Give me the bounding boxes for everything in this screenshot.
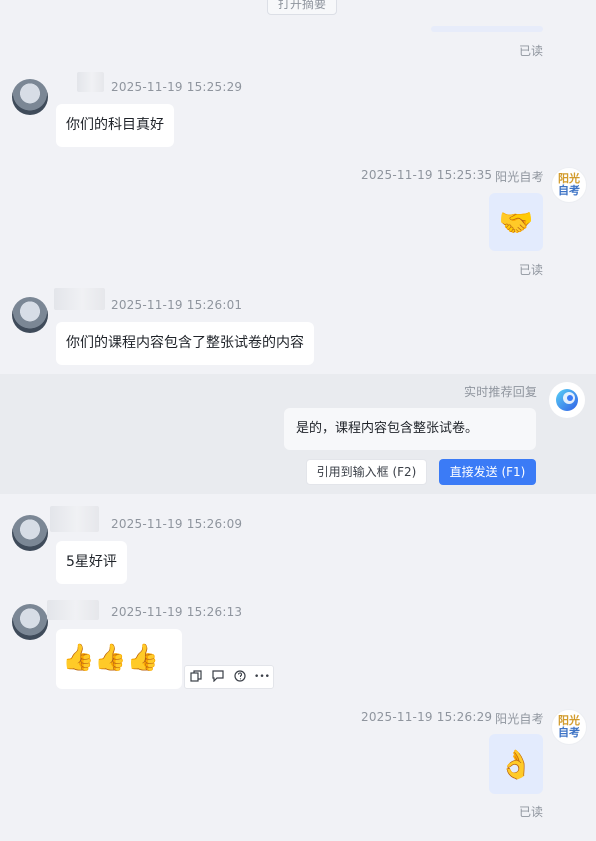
assistant-logo-icon (556, 389, 578, 411)
more-icon[interactable]: ••• (253, 672, 271, 682)
message-timestamp: 2025-11-19 15:26:13 (111, 605, 243, 619)
customer-avatar[interactable] (12, 515, 48, 551)
read-status: 已读 (519, 263, 544, 277)
ok-hand-emoji: 👌 (498, 747, 534, 781)
avatar-text-line2: 自考 (558, 726, 580, 739)
customer-avatar[interactable] (12, 297, 48, 333)
message-timestamp: 2025-11-19 15:26:01 (111, 298, 243, 312)
recommend-label: 实时推荐回复 (464, 385, 538, 399)
message-timestamp: 2025-11-19 15:26:29 (361, 710, 493, 724)
avatar-text-line2: 自考 (558, 184, 580, 197)
sender-name: 阳光自考 (495, 170, 544, 184)
send-directly-button[interactable]: 直接发送 (F1) (439, 459, 536, 485)
question-icon[interactable] (231, 669, 249, 685)
assistant-avatar (549, 382, 585, 418)
message-timestamp: 2025-11-19 15:25:35 (361, 168, 493, 182)
handshake-emoji: 🤝 (498, 205, 534, 239)
previous-message-bubble (431, 26, 543, 32)
recommended-reply-text[interactable]: 是的，课程内容包含整张试卷。 (284, 408, 536, 450)
open-summary-button[interactable]: 打开摘要 (267, 0, 337, 15)
thumbs-up-emoji: 👍 (126, 643, 160, 673)
outgoing-emoji-message[interactable]: 🤝 (489, 193, 543, 251)
message-action-toolbar: ••• (184, 665, 274, 689)
sender-name: 阳光自考 (495, 712, 544, 726)
message-timestamp: 2025-11-19 15:26:09 (111, 517, 243, 531)
incoming-message-bubble[interactable]: 你们的科目真好 (56, 104, 174, 147)
quote-icon[interactable] (209, 669, 227, 685)
incoming-message-bubble[interactable]: 5星好评 (56, 541, 127, 584)
quote-to-input-button[interactable]: 引用到输入框 (F2) (306, 459, 427, 485)
agent-avatar[interactable]: 阳光 自考 (551, 167, 587, 203)
customer-name-redacted (54, 288, 105, 310)
customer-avatar[interactable] (12, 79, 48, 115)
message-timestamp: 2025-11-19 15:25:29 (111, 80, 243, 94)
customer-avatar[interactable] (12, 604, 48, 640)
outgoing-emoji-message[interactable]: 👌 (489, 734, 543, 794)
agent-avatar[interactable]: 阳光 自考 (551, 709, 587, 745)
incoming-emoji-message[interactable]: 👍👍👍 (56, 629, 182, 689)
thumbs-up-emoji: 👍 (62, 643, 95, 673)
customer-name-redacted (47, 600, 99, 620)
customer-name-redacted (77, 72, 104, 92)
incoming-message-bubble[interactable]: 你们的课程内容包含了整张试卷的内容 (56, 322, 314, 365)
copy-icon[interactable] (187, 669, 205, 685)
read-status: 已读 (519, 805, 544, 819)
customer-name-redacted (50, 506, 99, 532)
read-status: 已读 (519, 44, 544, 58)
thumbs-up-emoji: 👍 (94, 643, 127, 673)
